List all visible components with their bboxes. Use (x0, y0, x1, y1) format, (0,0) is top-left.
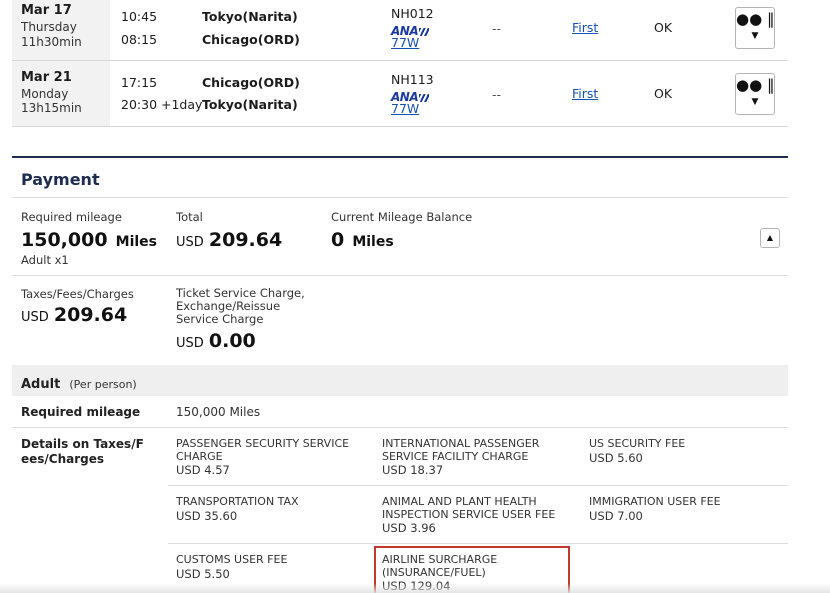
fee-name: US SECURITY FEE (589, 437, 686, 450)
flight-divider (12, 126, 788, 127)
fee-value: USD 18.37 (382, 463, 444, 477)
required-mileage-label: Required mileage (21, 210, 122, 224)
total-currency: USD (176, 235, 204, 250)
divider (12, 275, 788, 276)
balance-label: Current Mileage Balance (331, 210, 473, 224)
taxes-amount: USD 209.64 (21, 304, 127, 326)
per-person-label: (Per person) (69, 378, 137, 391)
arrival-time: 20:30 +1day (121, 97, 203, 112)
taxes-label: Taxes/Fees/Charges (21, 287, 134, 301)
meal-entertainment-button[interactable]: ●● ‖ ▼ (735, 7, 775, 49)
divider (168, 485, 788, 486)
flight-number: NH113 (391, 72, 434, 87)
miles-unit: Miles (115, 234, 157, 250)
fee-value: USD 3.96 (382, 521, 436, 535)
departure-time: 17:15 (121, 75, 158, 90)
fee-value: USD 5.60 (589, 451, 643, 465)
payment-title: Payment (21, 170, 100, 189)
required-mileage-value: 150,000 (21, 229, 108, 251)
fee-value: USD 35.60 (176, 509, 238, 523)
fee-name: TRANSPORTATION TAX (176, 495, 299, 508)
arrival-city: Chicago(ORD) (202, 32, 300, 47)
ticket-service-amount: USD 0.00 (176, 330, 256, 352)
meal-entertainment-button[interactable]: ●● ‖ ▼ (735, 73, 775, 115)
arrival-time: 08:15 (121, 32, 158, 47)
fee-value: USD 4.57 (176, 463, 230, 477)
aircraft-link[interactable]: 77W (391, 101, 419, 116)
booking-status: OK (654, 20, 673, 35)
flight-date: Mar 17 (21, 3, 72, 18)
balance-unit: Miles (352, 234, 394, 250)
flight-dash: -- (492, 87, 502, 102)
payment-top-rule (12, 156, 788, 158)
fee-name: PASSENGER SECURITY SERVICE CHARGE (176, 437, 350, 463)
arrival-city: Tokyo(Narita) (202, 97, 298, 112)
divider (12, 427, 788, 428)
adult-header: Adult (Per person) (21, 373, 137, 392)
bottom-fade (0, 583, 830, 593)
adult-title: Adult (21, 377, 61, 392)
cabin-class-link[interactable]: First (572, 20, 598, 35)
ticket-service-value: 0.00 (208, 330, 256, 352)
details-label: Details on Taxes/Fees/Charges (21, 437, 144, 466)
flight-dash: -- (492, 21, 502, 36)
balance-amount: 0 Miles (331, 229, 394, 251)
flight-date: Mar 21 (21, 70, 72, 85)
fee-name: ANIMAL AND PLANT HEALTH INSPECTION SERVI… (382, 495, 556, 521)
collapse-button[interactable]: ▲ (760, 228, 780, 248)
departure-city: Chicago(ORD) (202, 75, 300, 90)
req-mileage-value: 150,000 Miles (176, 405, 261, 419)
flight-day: Monday (21, 87, 69, 101)
fee-name: CUSTOMS USER FEE (176, 553, 288, 566)
aircraft-link[interactable]: 77W (391, 35, 419, 50)
required-mileage-amount: 150,000 Miles (21, 229, 157, 251)
taxes-value: 209.64 (53, 304, 128, 326)
req-mileage-label: Required mileage (21, 405, 141, 419)
total-value: 209.64 (208, 229, 283, 251)
ticket-service-currency: USD (176, 336, 204, 351)
cabin-class-link[interactable]: First (572, 86, 598, 101)
total-amount: USD 209.64 (176, 229, 282, 251)
movie-meal-icon: ●● ‖ (736, 10, 775, 28)
fee-value: USD 5.50 (176, 567, 230, 581)
adult-count: Adult x1 (21, 253, 69, 267)
divider (12, 197, 788, 198)
flight-duration: 11h30min (21, 35, 82, 49)
fee-value: USD 7.00 (589, 509, 643, 523)
flight-duration: 13h15min (21, 101, 82, 115)
flight-divider (12, 60, 788, 61)
departure-time: 10:45 (121, 9, 158, 24)
booking-status: OK (654, 86, 673, 101)
fee-name: AIRLINE SURCHARGE (INSURANCE/FUEL) (382, 553, 498, 579)
departure-city: Tokyo(Narita) (202, 9, 298, 24)
flight-day: Thursday (21, 20, 77, 34)
divider (168, 543, 788, 544)
ticket-service-label: Ticket Service Charge, Exchange/Reissue … (176, 286, 305, 326)
caret-down-icon: ▼ (751, 97, 759, 107)
caret-down-icon: ▼ (751, 31, 759, 41)
flight-number: NH012 (391, 6, 434, 21)
taxes-currency: USD (21, 310, 49, 325)
caret-up-icon: ▲ (766, 233, 774, 242)
total-label: Total (176, 210, 203, 224)
movie-meal-icon: ●● ‖ (736, 76, 775, 94)
fee-name: INTERNATIONAL PASSENGER SERVICE FACILITY… (382, 437, 540, 463)
balance-value: 0 (331, 229, 345, 251)
fee-name: IMMIGRATION USER FEE (589, 495, 721, 508)
